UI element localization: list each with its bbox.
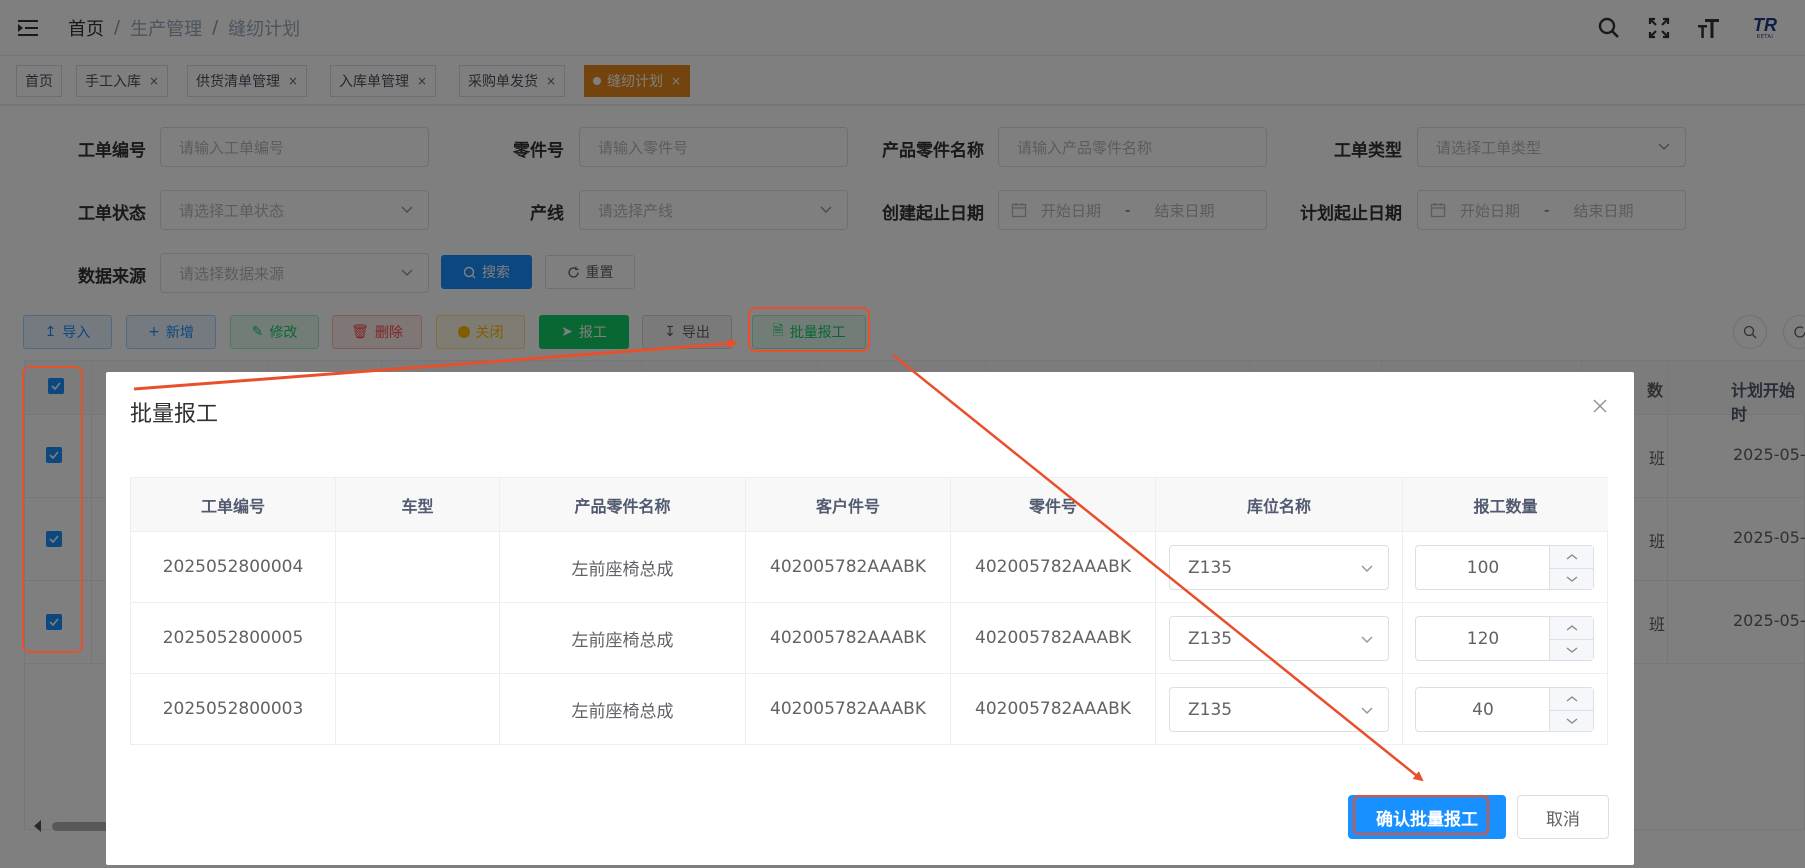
arrow-to-confirm — [892, 354, 1424, 782]
arrow-to-batch-report — [133, 338, 738, 391]
annotation-arrows — [133, 338, 1424, 782]
